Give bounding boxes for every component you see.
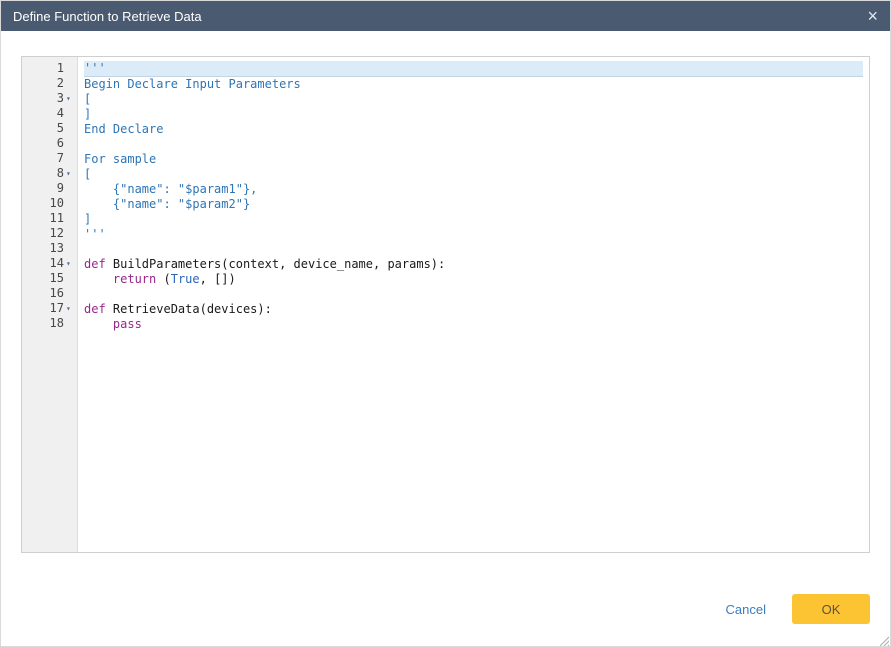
code-token: {"name": "$param1"}, <box>84 182 257 196</box>
code-line[interactable]: For sample <box>84 152 863 167</box>
editor-gutter: 123▾45678▾91011121314▾151617▾18 <box>22 57 78 552</box>
code-line[interactable] <box>84 287 863 302</box>
code-token: def <box>84 257 106 271</box>
code-token: BuildParameters(context, device_name, pa… <box>106 257 446 271</box>
gutter-line: 4 <box>22 106 77 121</box>
gutter-line: 10 <box>22 196 77 211</box>
code-line[interactable]: def BuildParameters(context, device_name… <box>84 257 863 272</box>
resize-grip-icon[interactable] <box>877 633 889 645</box>
fold-arrow-icon[interactable]: ▾ <box>64 91 77 106</box>
line-number: 6 <box>57 136 64 151</box>
line-number: 8 <box>57 166 64 181</box>
code-line[interactable]: ] <box>84 107 863 122</box>
line-number: 1 <box>57 61 64 76</box>
code-line[interactable]: {"name": "$param2"} <box>84 197 863 212</box>
cancel-button[interactable]: Cancel <box>726 602 766 617</box>
fold-arrow-icon[interactable]: ▾ <box>64 301 77 316</box>
line-number: 7 <box>57 151 64 166</box>
code-line[interactable]: ''' <box>84 227 863 242</box>
code-token: return <box>113 272 156 286</box>
code-token: ''' <box>84 227 106 241</box>
gutter-line: 16 <box>22 286 77 301</box>
line-number: 14 <box>50 256 64 271</box>
code-line[interactable] <box>84 137 863 152</box>
gutter-line: 18 <box>22 316 77 331</box>
code-token: ] <box>84 107 91 121</box>
code-token: Begin Declare Input Parameters <box>84 77 301 91</box>
line-number: 18 <box>50 316 64 331</box>
line-number: 3 <box>57 91 64 106</box>
line-number: 9 <box>57 181 64 196</box>
code-token: [ <box>84 167 91 181</box>
code-editor[interactable]: 123▾45678▾91011121314▾151617▾18 '''Begin… <box>21 56 870 553</box>
fold-arrow-icon[interactable]: ▾ <box>64 256 77 271</box>
gutter-line: 1 <box>22 61 77 76</box>
editor-code[interactable]: '''Begin Declare Input Parameters[]End D… <box>78 57 869 552</box>
code-line[interactable] <box>84 242 863 257</box>
gutter-line: 6 <box>22 136 77 151</box>
code-line[interactable]: Begin Declare Input Parameters <box>84 77 863 92</box>
code-line[interactable]: pass <box>84 317 863 332</box>
gutter-line: 2 <box>22 76 77 91</box>
code-token: True <box>171 272 200 286</box>
gutter-line: 5 <box>22 121 77 136</box>
line-number: 10 <box>50 196 64 211</box>
gutter-line: 3▾ <box>22 91 77 106</box>
code-token: , []) <box>200 272 236 286</box>
line-number: 12 <box>50 226 64 241</box>
code-token: def <box>84 302 106 316</box>
line-number: 2 <box>57 76 64 91</box>
line-number: 15 <box>50 271 64 286</box>
line-number: 11 <box>50 211 64 226</box>
code-token <box>84 272 113 286</box>
code-line[interactable]: return (True, []) <box>84 272 863 287</box>
code-line[interactable]: def RetrieveData(devices): <box>84 302 863 317</box>
gutter-line: 7 <box>22 151 77 166</box>
gutter-line: 8▾ <box>22 166 77 181</box>
code-token: ''' <box>84 61 106 75</box>
gutter-line: 12 <box>22 226 77 241</box>
code-line[interactable]: ''' <box>84 61 863 77</box>
dialog-title: Define Function to Retrieve Data <box>13 9 202 24</box>
code-line[interactable]: {"name": "$param1"}, <box>84 182 863 197</box>
gutter-line: 17▾ <box>22 301 77 316</box>
code-token: ] <box>84 212 91 226</box>
line-number: 17 <box>50 301 64 316</box>
dialog-header: Define Function to Retrieve Data × <box>1 1 890 31</box>
code-line[interactable]: [ <box>84 92 863 107</box>
fold-arrow-icon[interactable]: ▾ <box>64 166 77 181</box>
code-token: [ <box>84 92 91 106</box>
code-line[interactable]: ] <box>84 212 863 227</box>
gutter-line: 11 <box>22 211 77 226</box>
code-token: {"name": "$param2"} <box>84 197 250 211</box>
line-number: 4 <box>57 106 64 121</box>
dialog-body: 123▾45678▾91011121314▾151617▾18 '''Begin… <box>1 31 890 553</box>
ok-button[interactable]: OK <box>792 594 870 624</box>
gutter-line: 9 <box>22 181 77 196</box>
gutter-line: 13 <box>22 241 77 256</box>
code-token <box>84 317 113 331</box>
code-token: End Declare <box>84 122 163 136</box>
close-icon[interactable]: × <box>867 7 878 25</box>
line-number: 5 <box>57 121 64 136</box>
gutter-line: 15 <box>22 271 77 286</box>
code-token: RetrieveData(devices): <box>106 302 272 316</box>
code-token: pass <box>113 317 142 331</box>
code-token: For sample <box>84 152 156 166</box>
gutter-line: 14▾ <box>22 256 77 271</box>
code-line[interactable]: [ <box>84 167 863 182</box>
code-line[interactable]: End Declare <box>84 122 863 137</box>
code-token: ( <box>156 272 170 286</box>
line-number: 16 <box>50 286 64 301</box>
dialog: Define Function to Retrieve Data × 123▾4… <box>0 0 891 647</box>
line-number: 13 <box>50 241 64 256</box>
dialog-footer: Cancel OK <box>1 553 890 624</box>
